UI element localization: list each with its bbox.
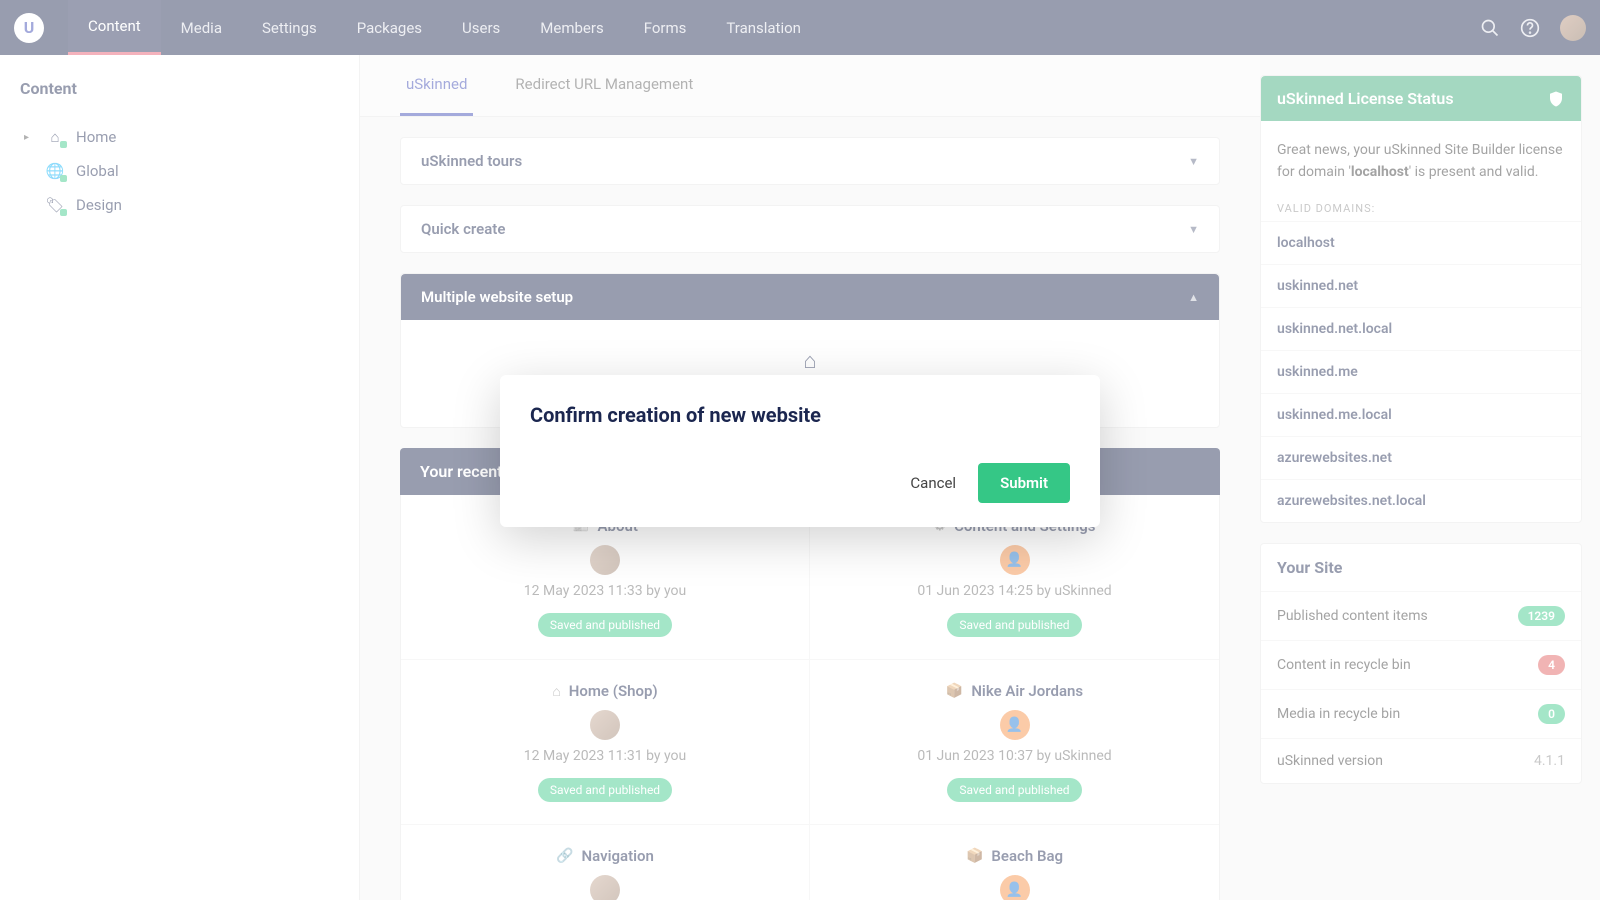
modal-overlay: Confirm creation of new website Cancel S… (0, 0, 1600, 900)
confirm-modal: Confirm creation of new website Cancel S… (500, 375, 1100, 527)
modal-title: Confirm creation of new website (530, 403, 1070, 427)
cancel-button[interactable]: Cancel (910, 474, 956, 492)
submit-button[interactable]: Submit (978, 463, 1070, 503)
